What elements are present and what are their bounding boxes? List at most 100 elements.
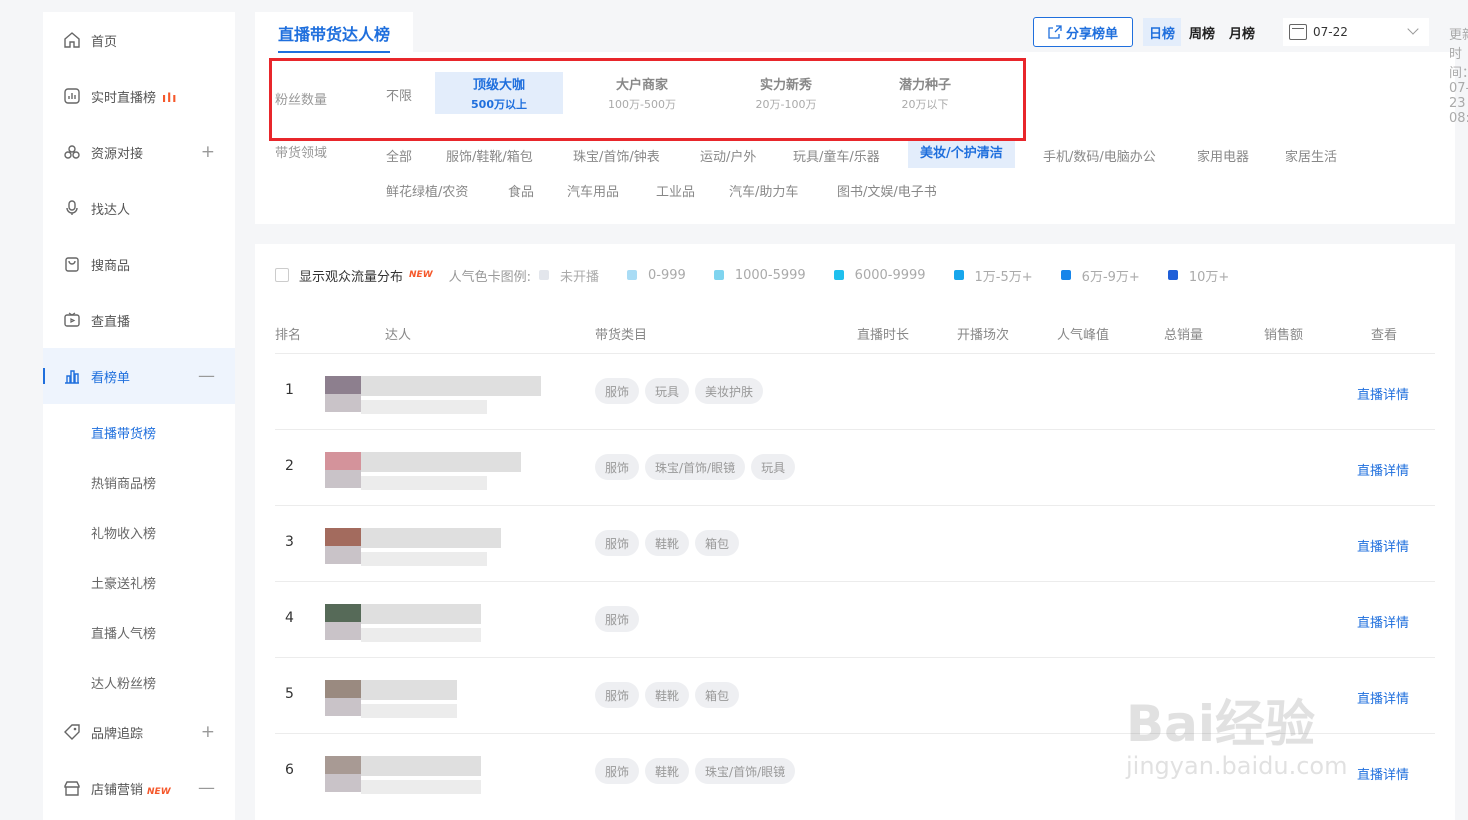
legend-item: 6000-9999 xyxy=(833,266,926,285)
page-title[interactable]: 直播带货达人榜 xyxy=(255,12,413,54)
sub-item-hot-products[interactable]: 热销商品榜 xyxy=(91,473,156,492)
tab-daily[interactable]: 日榜 xyxy=(1143,18,1182,46)
table-row[interactable]: 5 服饰 鞋靴 箱包 直播详情 xyxy=(275,657,1435,733)
legend-item: 未开播 xyxy=(539,266,599,285)
date-select[interactable]: 07-22 xyxy=(1283,18,1429,46)
table-row[interactable]: 4 服饰 直播详情 xyxy=(275,581,1435,657)
category-tag: 珠宝/首饰/眼镜 xyxy=(645,454,746,480)
sidebar-item-home[interactable]: 首页 xyxy=(43,12,235,68)
sidebar-item-shop-marketing[interactable]: 店铺营销 NEW — xyxy=(43,760,235,816)
blur-line xyxy=(361,704,457,718)
avatar[interactable] xyxy=(325,376,361,412)
sub-item-fans[interactable]: 达人粉丝榜 xyxy=(91,673,156,692)
category-option[interactable]: 工业品 xyxy=(656,181,695,200)
category-option[interactable]: 珠宝/首饰/钟表 xyxy=(573,146,660,165)
live-detail-link[interactable]: 直播详情 xyxy=(1357,384,1409,403)
legend-row: 显示观众流量分布 NEW 人气色卡图例: 未开播 0-999 1000-5999 60… xyxy=(275,266,1257,285)
category-tag: 玩具 xyxy=(645,378,690,404)
col-sessions[interactable]: 开播场次 xyxy=(957,324,1009,343)
table-row[interactable]: 6 服饰 鞋靴 珠宝/首饰/眼镜 直播详情 xyxy=(275,733,1435,809)
col-peak[interactable]: 人气峰值 xyxy=(1057,324,1109,343)
category-option-active[interactable]: 美妆/个护清洁 xyxy=(908,140,1015,168)
talent-name-blurred[interactable] xyxy=(361,452,521,490)
new-badge: NEW xyxy=(409,270,433,280)
live-detail-link[interactable]: 直播详情 xyxy=(1357,460,1409,479)
category-option[interactable]: 图书/文娱/电子书 xyxy=(837,181,937,200)
sub-item-popularity[interactable]: 直播人气榜 xyxy=(91,623,156,642)
sidebar-item-find-talent[interactable]: 找达人 xyxy=(43,180,235,236)
avatar[interactable] xyxy=(325,756,361,792)
category-option[interactable]: 玩具/童车/乐器 xyxy=(793,146,880,165)
category-option[interactable]: 汽车/助力车 xyxy=(729,181,798,200)
category-option[interactable]: 汽车用品 xyxy=(567,181,619,200)
blur-line xyxy=(361,452,521,472)
expand-plus-icon[interactable]: + xyxy=(201,143,215,161)
sidebar-item-search-products[interactable]: 搜商品 xyxy=(43,236,235,292)
tag-icon xyxy=(63,723,81,741)
live-detail-link[interactable]: 直播详情 xyxy=(1357,688,1409,707)
blur-line xyxy=(361,756,481,776)
category-option[interactable]: 服饰/鞋靴/箱包 xyxy=(446,146,533,165)
category-option[interactable]: 家用电器 xyxy=(1197,146,1249,165)
avatar[interactable] xyxy=(325,452,361,488)
blur-line xyxy=(361,476,487,490)
microphone-icon xyxy=(63,199,81,217)
collapse-minus-icon[interactable]: — xyxy=(198,367,215,385)
avatar[interactable] xyxy=(325,604,361,640)
talent-name-blurred[interactable] xyxy=(361,528,501,566)
category-tag: 鞋靴 xyxy=(645,682,690,708)
table-row[interactable]: 1 服饰 玩具 美妆护肤 直播详情 xyxy=(275,353,1435,429)
talent-name-blurred[interactable] xyxy=(361,604,481,642)
sub-item-rich-gifts[interactable]: 土豪送礼榜 xyxy=(91,573,156,592)
category-tag: 服饰 xyxy=(595,454,640,480)
live-detail-link[interactable]: 直播详情 xyxy=(1357,536,1409,555)
tab-monthly[interactable]: 月榜 xyxy=(1223,18,1261,46)
category-tags: 服饰 xyxy=(595,606,645,632)
live-detail-link[interactable]: 直播详情 xyxy=(1357,764,1409,783)
category-tags: 服饰 珠宝/首饰/眼镜 玩具 xyxy=(595,454,801,480)
rank-number: 3 xyxy=(285,534,294,550)
talent-name-blurred[interactable] xyxy=(361,756,481,794)
col-duration[interactable]: 直播时长 xyxy=(857,324,909,343)
category-tag: 箱包 xyxy=(695,682,740,708)
fans-any-option[interactable]: 不限 xyxy=(386,85,412,104)
category-option[interactable]: 运动/户外 xyxy=(700,146,756,165)
sidebar-item-resources[interactable]: 资源对接 + xyxy=(43,124,235,180)
sub-item-gift-income[interactable]: 礼物收入榜 xyxy=(91,523,156,542)
tier-seed[interactable]: 潜力种子 20万以下 xyxy=(861,72,989,114)
filter-card: 分享榜单 日榜 周榜 月榜 07-22 更新时间：07-23 08:00 直播带… xyxy=(255,12,1468,224)
sub-item-live-sales[interactable]: 直播带货榜 xyxy=(91,423,156,442)
category-option[interactable]: 家居生活 xyxy=(1285,146,1337,165)
tier-rising[interactable]: 实力新秀 20万-100万 xyxy=(722,72,850,114)
category-tag: 珠宝/首饰/眼镜 xyxy=(695,758,796,784)
table-row[interactable]: 2 服饰 珠宝/首饰/眼镜 玩具 直播详情 xyxy=(275,429,1435,505)
legend-swatch xyxy=(627,270,638,280)
avatar[interactable] xyxy=(325,528,361,564)
sidebar-item-label-wrap: 店铺营销 NEW xyxy=(91,779,171,798)
avatar[interactable] xyxy=(325,680,361,716)
table-row[interactable]: 3 服饰 鞋靴 箱包 直播详情 xyxy=(275,505,1435,581)
category-option[interactable]: 手机/数码/电脑办公 xyxy=(1043,146,1156,165)
bar-chart-icon xyxy=(63,367,81,385)
talent-name-blurred[interactable] xyxy=(361,680,457,718)
category-option[interactable]: 鲜花绿植/农资 xyxy=(386,181,468,200)
col-sales-amount[interactable]: 销售额 xyxy=(1264,324,1303,343)
talent-name-blurred[interactable] xyxy=(361,376,541,414)
category-option[interactable]: 食品 xyxy=(508,181,534,200)
sidebar-item-rankings[interactable]: 看榜单 — xyxy=(43,348,235,404)
legend-label: 未开播 xyxy=(560,269,600,285)
live-detail-link[interactable]: 直播详情 xyxy=(1357,612,1409,631)
share-label: 分享榜单 xyxy=(1065,26,1118,42)
tab-weekly[interactable]: 周榜 xyxy=(1183,18,1221,46)
category-option[interactable]: 全部 xyxy=(386,146,412,165)
expand-plus-icon[interactable]: + xyxy=(201,723,215,741)
sidebar-item-check-live[interactable]: 查直播 xyxy=(43,292,235,348)
show-distribution-checkbox[interactable] xyxy=(275,268,289,282)
col-sales-volume[interactable]: 总销量 xyxy=(1164,324,1203,343)
sidebar-item-brand-track[interactable]: 品牌追踪 + xyxy=(43,704,235,760)
collapse-minus-icon[interactable]: — xyxy=(198,779,215,797)
sidebar-item-realtime[interactable]: 实时直播榜 ılı xyxy=(43,68,235,124)
tier-large[interactable]: 大户商家 100万-500万 xyxy=(578,72,706,114)
tier-top[interactable]: 顶级大咖 500万以上 xyxy=(435,72,563,114)
share-button[interactable]: 分享榜单 xyxy=(1033,17,1133,47)
